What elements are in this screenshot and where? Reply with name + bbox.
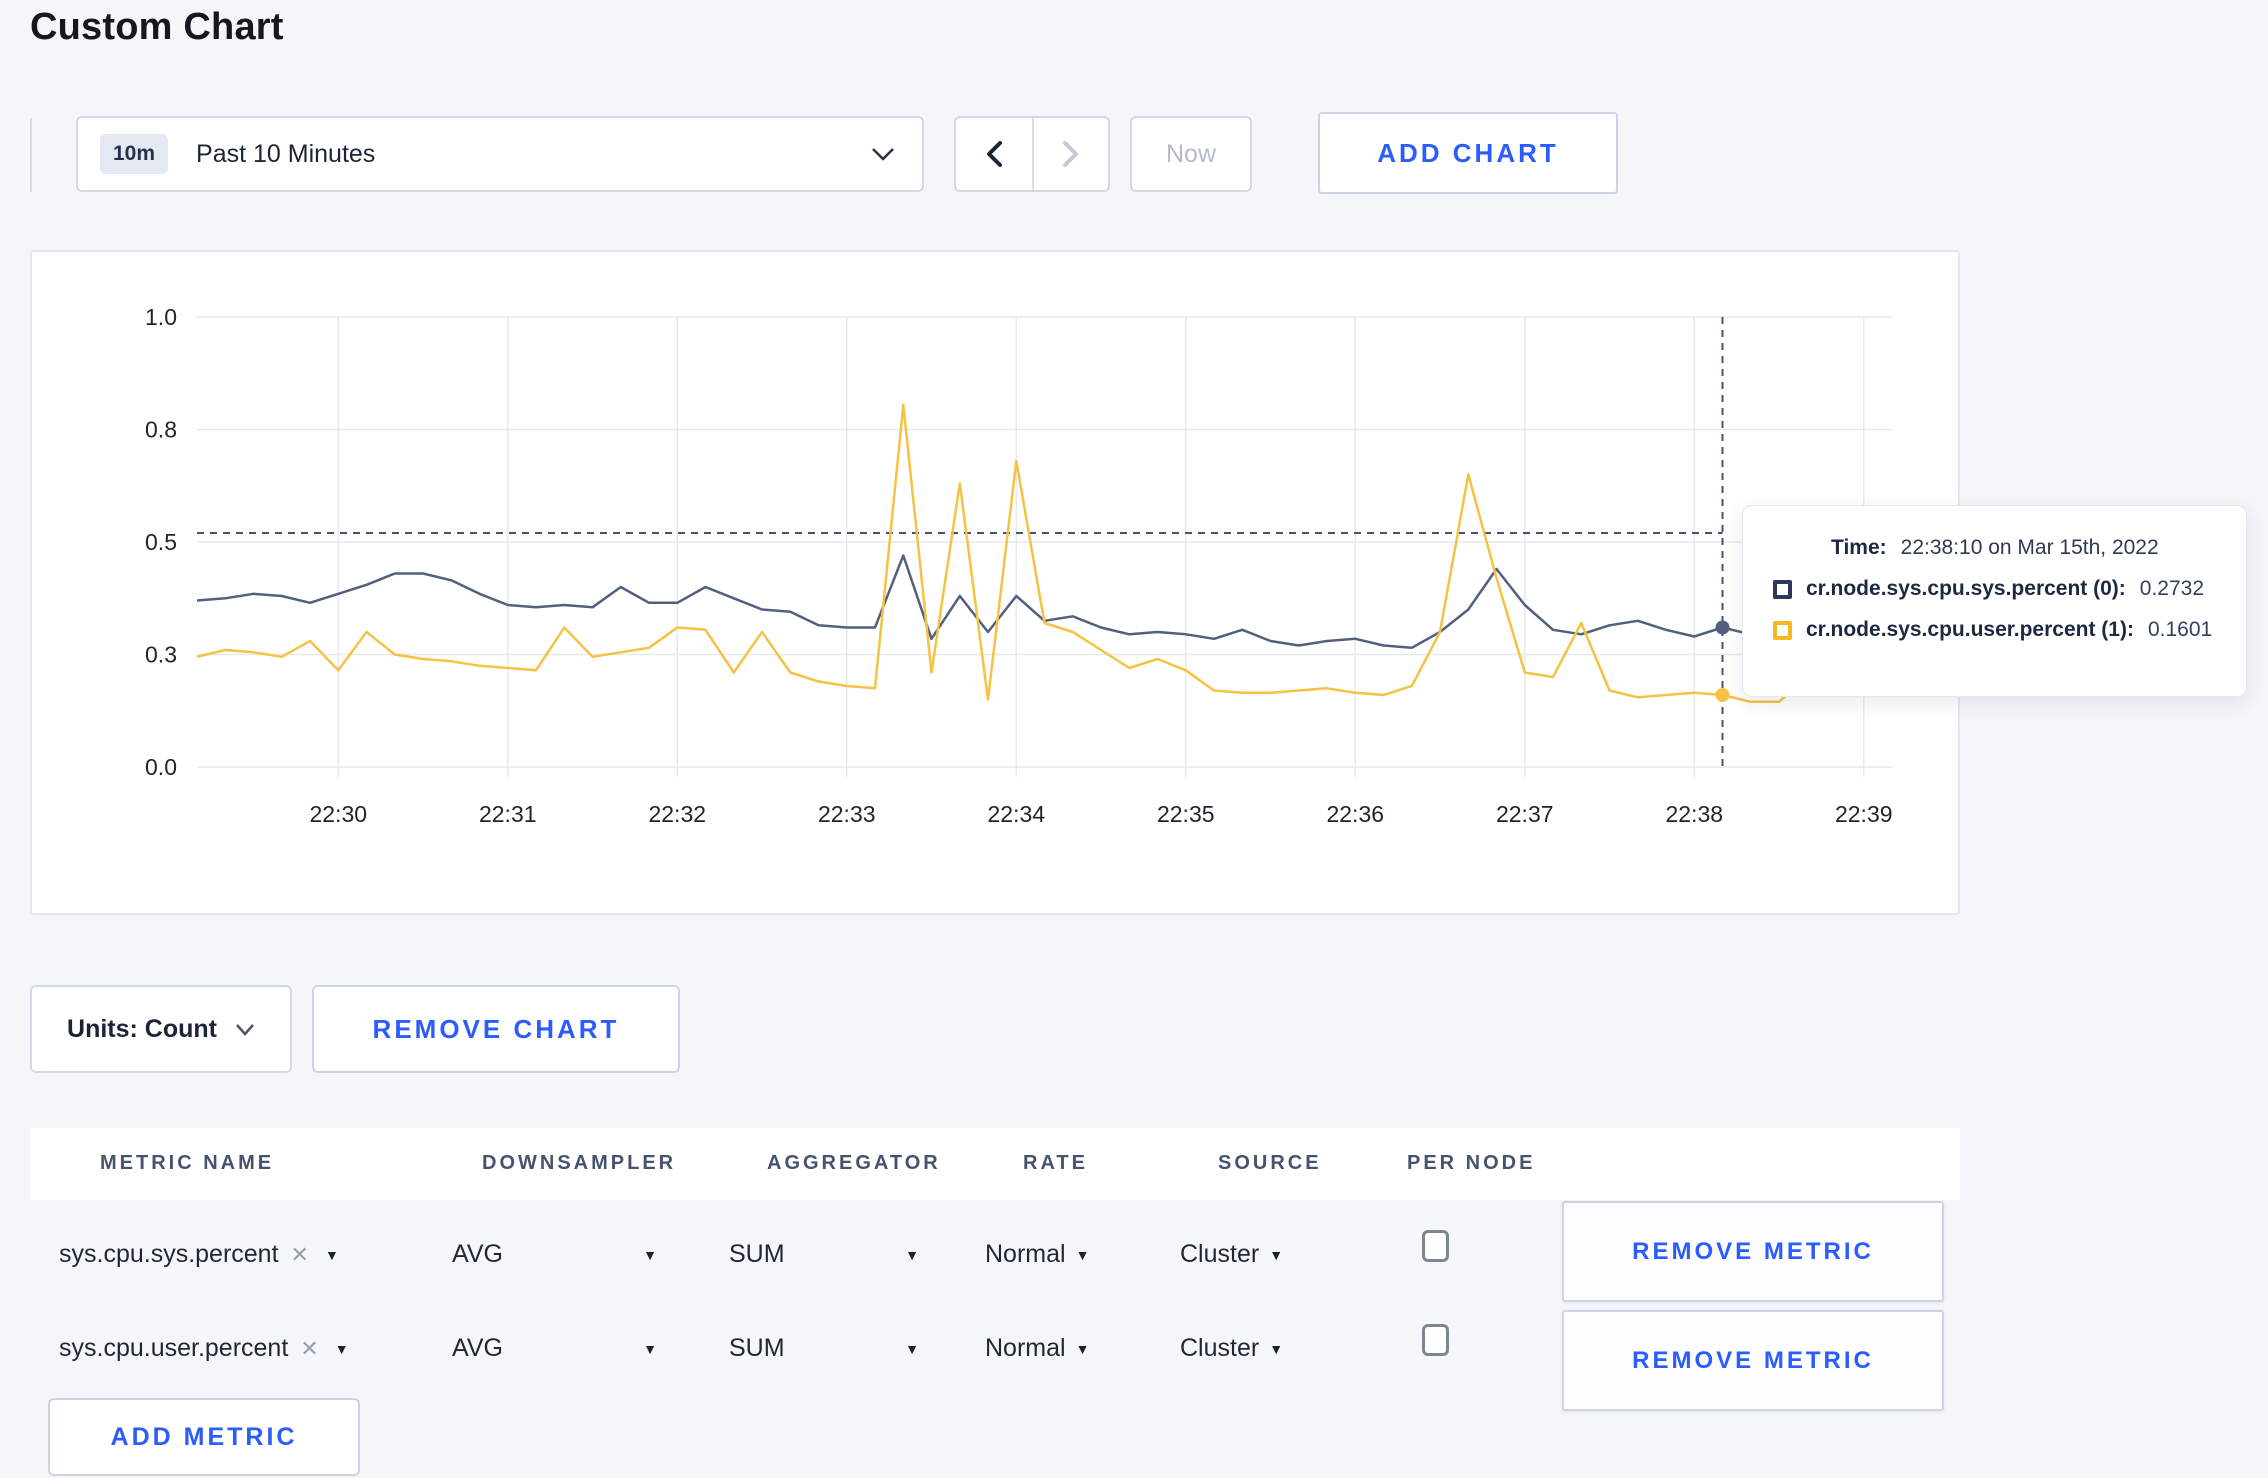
column-header-source: SOURCE bbox=[1218, 1152, 1322, 1174]
tooltip-series-value: 0.2732 bbox=[2139, 577, 2205, 600]
aggregator-select[interactable]: SUM bbox=[729, 1334, 919, 1363]
column-header-per-node: PER NODE bbox=[1407, 1152, 1536, 1174]
metric-name-value: sys.cpu.user.percent bbox=[59, 1334, 289, 1362]
now-button[interactable]: Now bbox=[1130, 116, 1252, 192]
metric-name-select[interactable]: sys.cpu.user.percent bbox=[59, 1334, 349, 1363]
svg-text:22:38: 22:38 bbox=[1665, 801, 1723, 827]
chevron-down-icon bbox=[235, 1023, 255, 1036]
remove-chart-button[interactable]: REMOVE CHART bbox=[312, 985, 680, 1073]
caret-down-icon bbox=[1076, 1342, 1090, 1356]
per-node-checkbox[interactable] bbox=[1422, 1230, 1449, 1262]
tooltip-series-row: cr.node.sys.cpu.user.percent (1): 0.1601 bbox=[1773, 618, 2216, 642]
clear-metric-icon[interactable] bbox=[300, 1336, 318, 1362]
column-header-downsampler: DOWNSAMPLER bbox=[482, 1152, 677, 1174]
tooltip-time-value: 22:38:10 on Mar 15th, 2022 bbox=[1900, 536, 2159, 559]
chevron-right-icon bbox=[1062, 140, 1080, 168]
series-swatch-icon bbox=[1773, 620, 1792, 640]
downsampler-select[interactable]: AVG bbox=[452, 1240, 657, 1269]
svg-text:0.0: 0.0 bbox=[145, 754, 177, 780]
rate-select[interactable]: Normal bbox=[985, 1240, 1089, 1269]
time-forward-button[interactable] bbox=[1032, 118, 1108, 190]
units-dropdown[interactable]: Units: Count bbox=[30, 985, 292, 1073]
svg-text:0.5: 0.5 bbox=[145, 529, 177, 555]
rate-select[interactable]: Normal bbox=[985, 1334, 1089, 1363]
downsampler-value: AVG bbox=[452, 1240, 503, 1268]
units-label: Units: Count bbox=[67, 1014, 217, 1043]
downsampler-select[interactable]: AVG bbox=[452, 1334, 657, 1363]
svg-text:0.3: 0.3 bbox=[145, 642, 177, 668]
metric-name-select[interactable]: sys.cpu.sys.percent bbox=[59, 1240, 339, 1269]
caret-down-icon bbox=[643, 1248, 657, 1262]
custom-chart-page: Custom Chart 10m Past 10 Minutes Now ADD… bbox=[0, 0, 2268, 1478]
time-nav-group bbox=[954, 116, 1110, 192]
time-back-button[interactable] bbox=[956, 118, 1032, 190]
series-swatch-icon bbox=[1773, 579, 1792, 599]
remove-metric-button[interactable]: REMOVE METRIC bbox=[1562, 1310, 1944, 1411]
source-select[interactable]: Cluster bbox=[1180, 1334, 1283, 1363]
chevron-left-icon bbox=[985, 140, 1003, 168]
rate-value: Normal bbox=[985, 1334, 1066, 1362]
aggregator-value: SUM bbox=[729, 1240, 785, 1268]
source-select[interactable]: Cluster bbox=[1180, 1240, 1283, 1269]
column-header-metric-name: METRIC NAME bbox=[100, 1152, 275, 1174]
tooltip-series-row: cr.node.sys.cpu.sys.percent (0): 0.2732 bbox=[1773, 577, 2216, 601]
chevron-down-icon bbox=[870, 146, 896, 162]
tooltip-series-name: cr.node.sys.cpu.user.percent (1): bbox=[1806, 618, 2134, 641]
svg-text:1.0: 1.0 bbox=[145, 304, 177, 330]
svg-text:22:34: 22:34 bbox=[987, 801, 1045, 827]
caret-down-icon bbox=[1269, 1248, 1283, 1262]
rate-value: Normal bbox=[985, 1240, 1066, 1268]
svg-text:22:31: 22:31 bbox=[479, 801, 537, 827]
svg-text:22:36: 22:36 bbox=[1326, 801, 1384, 827]
column-header-rate: RATE bbox=[1023, 1152, 1088, 1174]
remove-metric-button[interactable]: REMOVE METRIC bbox=[1562, 1201, 1944, 1302]
svg-text:22:39: 22:39 bbox=[1835, 801, 1893, 827]
aggregator-value: SUM bbox=[729, 1334, 785, 1362]
caret-down-icon bbox=[905, 1248, 919, 1262]
source-value: Cluster bbox=[1180, 1240, 1260, 1268]
caret-down-icon bbox=[1076, 1248, 1090, 1262]
svg-text:22:33: 22:33 bbox=[818, 801, 876, 827]
add-metric-button[interactable]: ADD METRIC bbox=[48, 1398, 360, 1476]
toolbar-divider bbox=[30, 118, 32, 192]
time-range-dropdown[interactable]: 10m Past 10 Minutes bbox=[76, 116, 924, 192]
caret-down-icon bbox=[335, 1342, 349, 1356]
chart-svg[interactable]: 0.0 0.3 0.5 0.8 1.0 22:30 22:31 22:32 22:33 22:34… bbox=[32, 252, 1958, 913]
clear-metric-icon[interactable] bbox=[291, 1242, 309, 1268]
caret-down-icon bbox=[905, 1342, 919, 1356]
chart-hover-tooltip: Time: 22:38:10 on Mar 15th, 2022 cr.node… bbox=[1742, 505, 2247, 697]
caret-down-icon bbox=[643, 1342, 657, 1356]
svg-text:22:32: 22:32 bbox=[648, 801, 706, 827]
time-range-badge: 10m bbox=[100, 134, 169, 174]
chart-card: 0.0 0.3 0.5 0.8 1.0 22:30 22:31 22:32 22:33 22:34… bbox=[30, 250, 1960, 915]
caret-down-icon bbox=[1269, 1342, 1283, 1356]
time-range-label: Past 10 Minutes bbox=[196, 139, 376, 168]
aggregator-select[interactable]: SUM bbox=[729, 1240, 919, 1269]
per-node-checkbox[interactable] bbox=[1422, 1324, 1449, 1356]
metrics-table-header: METRIC NAME DOWNSAMPLER AGGREGATOR RATE … bbox=[30, 1128, 1960, 1200]
tooltip-series-name: cr.node.sys.cpu.sys.percent (0): bbox=[1806, 577, 2126, 600]
caret-down-icon bbox=[325, 1248, 339, 1262]
tooltip-series-value: 0.1601 bbox=[2147, 618, 2213, 641]
column-header-aggregator: AGGREGATOR bbox=[767, 1152, 941, 1174]
svg-text:22:37: 22:37 bbox=[1496, 801, 1554, 827]
tooltip-time-row: Time: 22:38:10 on Mar 15th, 2022 bbox=[1773, 536, 2216, 560]
metric-name-value: sys.cpu.sys.percent bbox=[59, 1240, 279, 1268]
downsampler-value: AVG bbox=[452, 1334, 503, 1362]
source-value: Cluster bbox=[1180, 1334, 1260, 1362]
svg-text:22:30: 22:30 bbox=[309, 801, 367, 827]
tooltip-time-label: Time: bbox=[1831, 536, 1887, 559]
svg-text:0.8: 0.8 bbox=[145, 417, 177, 443]
add-chart-button[interactable]: ADD CHART bbox=[1318, 112, 1618, 194]
page-title: Custom Chart bbox=[30, 6, 284, 48]
svg-text:22:35: 22:35 bbox=[1157, 801, 1215, 827]
